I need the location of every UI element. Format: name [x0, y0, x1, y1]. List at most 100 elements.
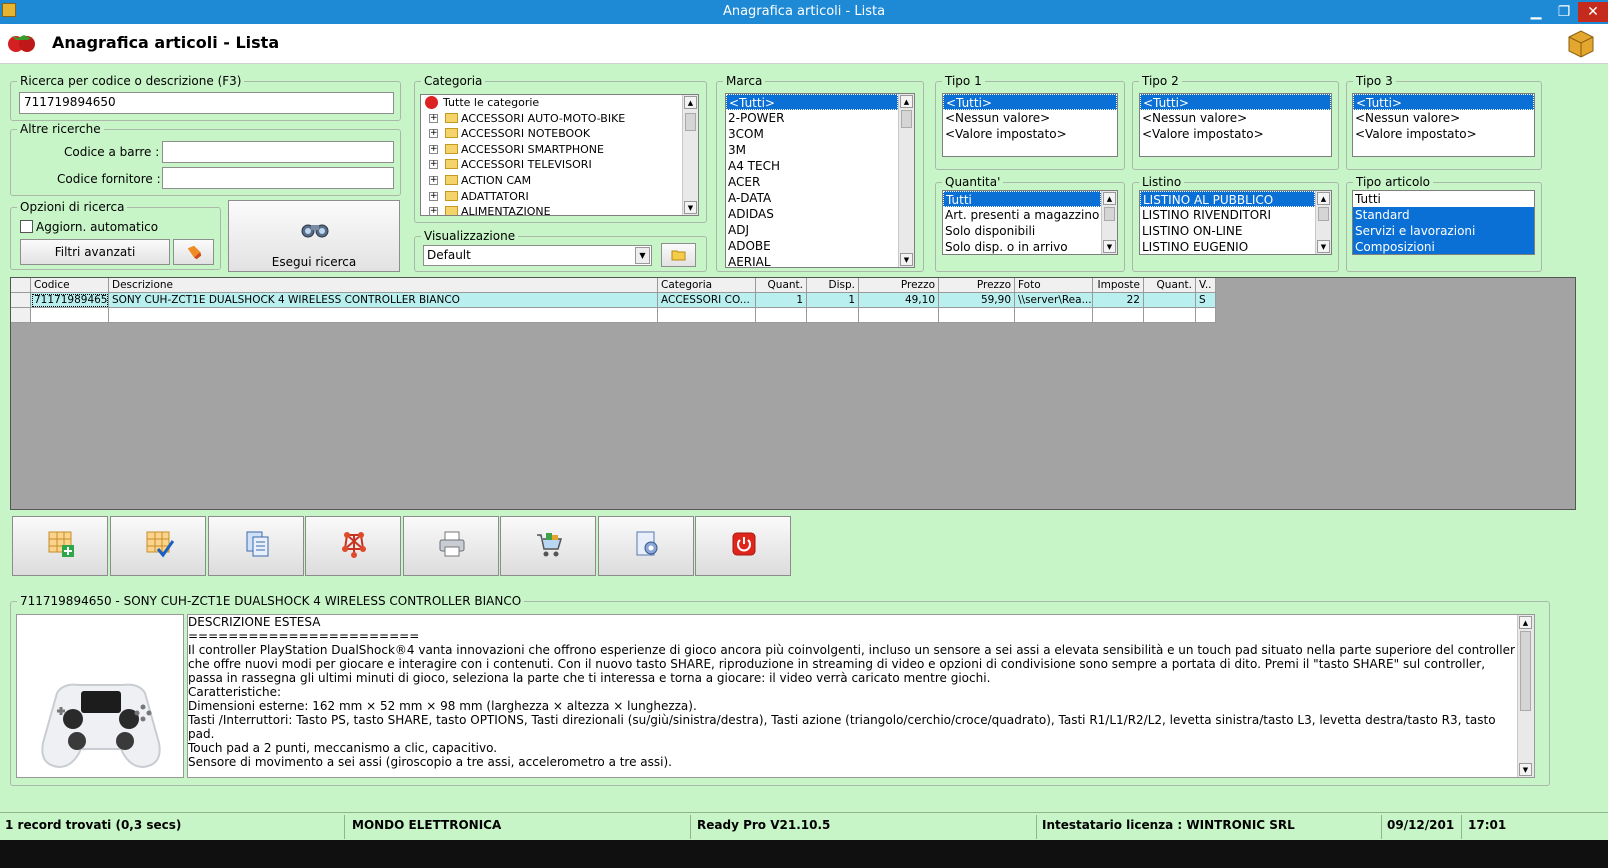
list-item[interactable]: Composizioni — [1353, 239, 1534, 254]
column-header-quantity[interactable]: Quant. — [756, 278, 807, 293]
scroll-up-icon[interactable]: ▲ — [1519, 616, 1532, 629]
tree-item[interactable]: + ACTION CAM — [421, 173, 698, 189]
list-item[interactable]: <Valore impostato> — [943, 126, 1117, 142]
results-grid[interactable]: Codice Descrizione Categoria Quant. Disp… — [10, 277, 1576, 510]
quantity-list[interactable]: Tutti Art. presenti a magazzino Solo dis… — [942, 190, 1118, 255]
type2-list[interactable]: <Tutti> <Nessun valore> <Valore impostat… — [1139, 93, 1332, 157]
table-cell-v[interactable]: S — [1196, 293, 1216, 308]
brand-list[interactable]: <Tutti> 2-POWER 3COM 3M A4 TECH ACER A-D… — [725, 93, 915, 268]
view-select[interactable]: Default ▼ — [423, 245, 652, 266]
scroll-up-icon[interactable]: ▲ — [1103, 192, 1116, 205]
table-cell[interactable] — [756, 308, 807, 323]
list-item[interactable]: ADOBE — [726, 238, 914, 254]
list-item[interactable]: AERIAL — [726, 254, 914, 267]
table-cell[interactable] — [1015, 308, 1093, 323]
brand-scrollbar[interactable]: ▲ ▼ — [898, 94, 914, 267]
list-item[interactable]: 3COM — [726, 126, 914, 142]
row-indicator[interactable] — [11, 293, 31, 308]
list-item[interactable]: Art. presenti a magazzino — [943, 207, 1117, 223]
column-header-price-2[interactable]: Prezzo — [939, 278, 1015, 293]
window-title-bar[interactable]: Anagrafica articoli - Lista ▁ ❐ ✕ — [0, 0, 1608, 24]
column-header-quantity-2[interactable]: Quant. — [1144, 278, 1196, 293]
scroll-up-icon[interactable]: ▲ — [1317, 192, 1330, 205]
list-item[interactable]: LISTINO ON-LINE — [1140, 223, 1331, 239]
tree-item[interactable]: + ACCESSORI AUTO-MOTO-BIKE — [421, 111, 698, 127]
supplier-code-input[interactable] — [162, 167, 394, 189]
price-list[interactable]: LISTINO AL PUBBLICO LISTINO RIVENDITORI … — [1139, 190, 1332, 255]
table-cell[interactable] — [939, 308, 1015, 323]
chevron-down-icon[interactable]: ▼ — [635, 247, 650, 264]
print-button[interactable] — [403, 516, 499, 576]
row-indicator[interactable] — [11, 308, 31, 323]
list-item[interactable]: LISTINO AL PUBBLICO — [1140, 191, 1315, 207]
tree-item[interactable]: + ACCESSORI SMARTPHONE — [421, 142, 698, 158]
list-item[interactable]: Standard — [1353, 207, 1534, 223]
table-cell-photo[interactable]: \\server\Rea... — [1015, 293, 1093, 308]
duplicate-item-button[interactable] — [208, 516, 304, 576]
category-tree[interactable]: Tutte le categorie + ACCESSORI AUTO-MOTO-… — [420, 94, 699, 216]
table-cell-price[interactable]: 49,10 — [859, 293, 939, 308]
list-item[interactable]: <Tutti> — [1353, 94, 1534, 110]
advanced-filters-button[interactable]: Filtri avanzati — [20, 239, 170, 265]
column-header-available[interactable]: Disp. — [807, 278, 859, 293]
table-cell-quantity-2[interactable] — [1144, 293, 1196, 308]
list-item[interactable]: <Nessun valore> — [1353, 110, 1534, 126]
list-item[interactable]: ADIDAS — [726, 206, 914, 222]
item-type-list[interactable]: Tutti Standard Servizi e lavorazioni Com… — [1352, 190, 1535, 255]
list-item[interactable]: ACER — [726, 174, 914, 190]
list-item[interactable]: 2-POWER — [726, 110, 914, 126]
list-item[interactable]: <Tutti> — [726, 94, 898, 110]
list-item[interactable]: <Valore impostato> — [1140, 126, 1331, 142]
scroll-down-icon[interactable]: ▼ — [1317, 240, 1330, 253]
settings-button[interactable] — [598, 516, 694, 576]
list-item[interactable]: Tutti — [943, 191, 1101, 207]
table-cell[interactable] — [807, 308, 859, 323]
column-header-description[interactable]: Descrizione — [109, 278, 658, 293]
description-scrollbar[interactable]: ▲ ▼ — [1517, 615, 1534, 777]
list-item[interactable]: <Valore impostato> — [1353, 126, 1534, 142]
column-header-category[interactable]: Categoria — [658, 278, 756, 293]
auto-update-checkbox[interactable] — [20, 220, 33, 233]
run-search-button[interactable]: Esegui ricerca — [228, 200, 400, 272]
list-item[interactable]: LISTINO EUGENIO — [1140, 239, 1331, 254]
list-item[interactable]: A4 TECH — [726, 158, 914, 174]
table-cell[interactable] — [1196, 308, 1216, 323]
list-item[interactable]: ADJ — [726, 222, 914, 238]
new-item-button[interactable] — [12, 516, 108, 576]
tree-item[interactable]: + ACCESSORI NOTEBOOK — [421, 126, 698, 142]
table-cell-description[interactable]: SONY CUH-ZCT1E DUALSHOCK 4 WIRELESS CONT… — [109, 293, 658, 308]
open-view-button[interactable] — [661, 243, 696, 267]
scroll-up-icon[interactable]: ▲ — [900, 95, 913, 108]
column-header-code[interactable]: Codice — [31, 278, 109, 293]
exit-button[interactable] — [695, 516, 791, 576]
extended-description-text[interactable]: DESCRIZIONE ESTESA =====================… — [187, 614, 1535, 778]
table-cell-taxes[interactable]: 22 — [1093, 293, 1144, 308]
barcode-input[interactable] — [162, 141, 394, 163]
list-item[interactable]: <Nessun valore> — [1140, 110, 1331, 126]
price-list-scrollbar[interactable]: ▲ ▼ — [1315, 191, 1331, 254]
tree-item-root[interactable]: Tutte le categorie — [421, 95, 698, 111]
search-input[interactable]: 711719894650 — [19, 92, 394, 114]
table-cell[interactable] — [658, 308, 756, 323]
list-item[interactable]: LISTINO RIVENDITORI — [1140, 207, 1331, 223]
scroll-down-icon[interactable]: ▼ — [900, 253, 913, 266]
close-button[interactable]: ✕ — [1578, 2, 1608, 22]
clear-filters-button[interactable] — [173, 239, 214, 265]
list-item[interactable]: <Nessun valore> — [943, 110, 1117, 126]
maximize-button[interactable]: ❐ — [1552, 2, 1576, 22]
table-cell-code[interactable]: 711719894650 — [31, 293, 109, 308]
column-header-price[interactable]: Prezzo — [859, 278, 939, 293]
table-cell-quantity[interactable]: 1 — [756, 293, 807, 308]
type3-list[interactable]: <Tutti> <Nessun valore> <Valore impostat… — [1352, 93, 1535, 157]
list-item[interactable]: Solo disp. o in arrivo — [943, 239, 1117, 254]
table-cell[interactable] — [859, 308, 939, 323]
table-cell[interactable] — [109, 308, 658, 323]
table-cell-price-2[interactable]: 59,90 — [939, 293, 1015, 308]
cart-button[interactable] — [500, 516, 596, 576]
table-cell[interactable] — [1144, 308, 1196, 323]
column-header-taxes[interactable]: Imposte — [1093, 278, 1144, 293]
table-cell-available[interactable]: 1 — [807, 293, 859, 308]
table-cell[interactable] — [31, 308, 109, 323]
list-item[interactable]: A-DATA — [726, 190, 914, 206]
tree-item[interactable]: + ALIMENTAZIONE — [421, 204, 698, 215]
